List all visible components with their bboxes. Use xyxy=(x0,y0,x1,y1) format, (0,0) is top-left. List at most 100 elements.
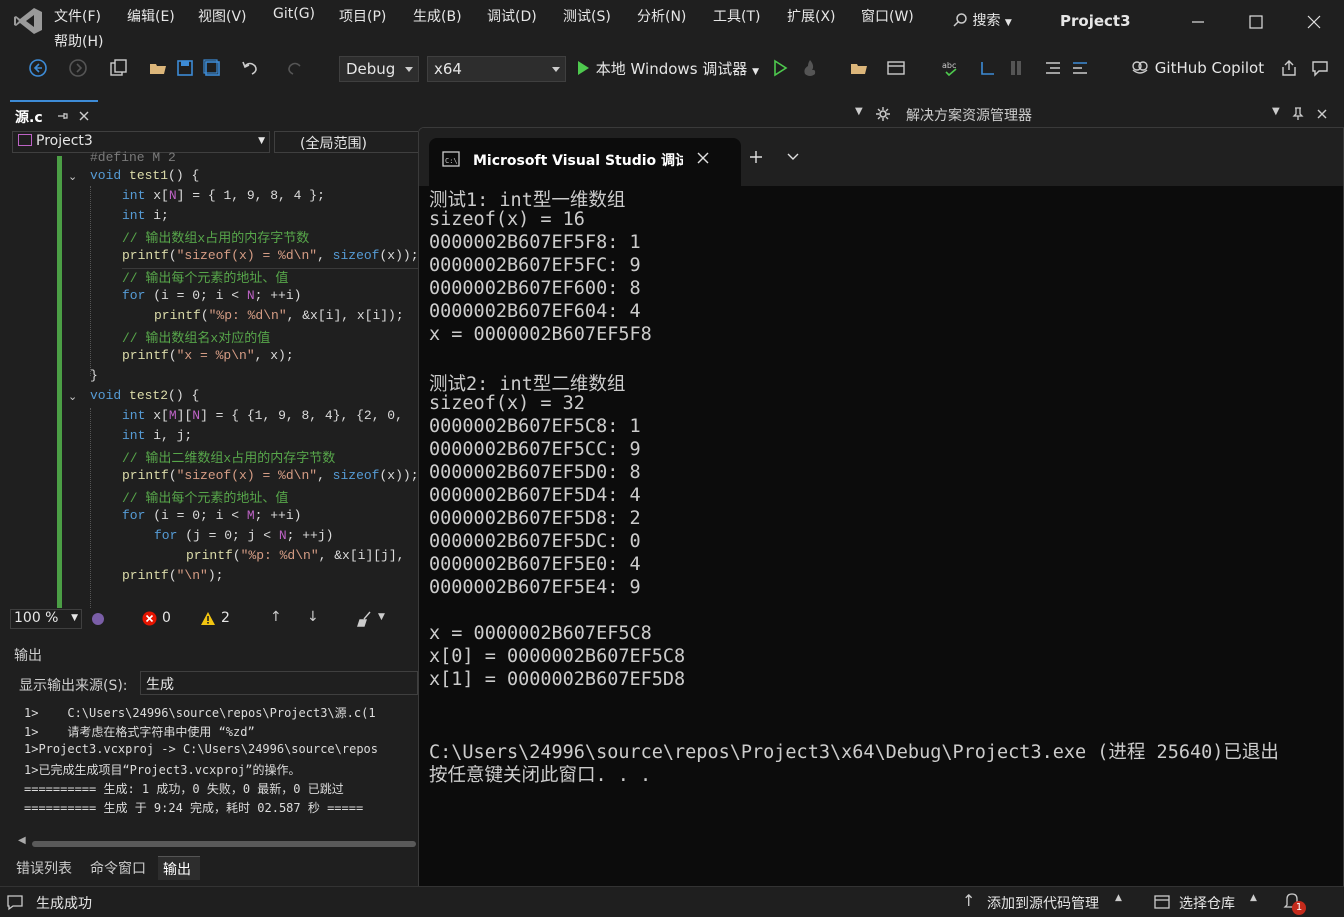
output-title: 输出 xyxy=(14,648,42,664)
console-tab[interactable]: C:\ Microsoft Visual Studio 调试控 xyxy=(429,138,741,186)
output-source-value: 生成 xyxy=(146,677,174,693)
close-icon[interactable] xyxy=(1299,10,1329,34)
output-source-dropdown[interactable]: 生成 xyxy=(140,671,418,695)
gear-icon[interactable] xyxy=(876,107,890,121)
menu-edit[interactable]: 编辑(E) xyxy=(127,6,175,26)
pin-icon[interactable] xyxy=(1292,107,1304,121)
copilot-icon[interactable] xyxy=(90,611,106,627)
console-line: 0000002B607EF5D0: 8 xyxy=(429,462,641,483)
spell-check-icon[interactable]: abc xyxy=(941,58,961,78)
outdent-icon[interactable] xyxy=(1043,58,1063,78)
select-repository[interactable]: 选择仓库 xyxy=(1179,893,1235,913)
bookmark-icon[interactable] xyxy=(1007,58,1027,78)
maximize-icon[interactable] xyxy=(1241,10,1271,34)
chevron-up-icon[interactable]: ▲ xyxy=(1115,893,1122,903)
menu-analyze[interactable]: 分析(N) xyxy=(637,6,686,26)
tab-output-label: 输出 xyxy=(163,862,191,878)
chevron-down-icon[interactable] xyxy=(787,152,799,162)
chevron-down-icon[interactable]: ▼ xyxy=(855,106,863,117)
start-without-debugging-icon[interactable] xyxy=(770,58,790,78)
menu-git[interactable]: Git(G) xyxy=(273,6,315,22)
feedback-icon[interactable] xyxy=(1310,58,1330,78)
undo-icon[interactable] xyxy=(240,58,260,78)
status-bar: 生成成功 ↑ 添加到源代码管理 ▲ 选择仓库 ▲ 1 xyxy=(0,886,1344,917)
forward-icon[interactable] xyxy=(68,58,88,78)
error-icon[interactable] xyxy=(142,611,157,626)
editor-status-bar: 100 % ▼ 0 2 ↑ ↓ ▼ xyxy=(10,608,418,630)
config-dropdown[interactable]: Debug xyxy=(339,56,419,82)
menu-debug[interactable]: 调试(D) xyxy=(487,6,537,26)
console-line: x[1] = 0000002B607EF5D8 xyxy=(429,669,686,690)
message-icon[interactable] xyxy=(6,893,24,911)
save-all-icon[interactable] xyxy=(202,58,222,78)
project-combo-value: Project3 xyxy=(36,133,93,149)
tab-output[interactable]: 输出 xyxy=(158,856,200,880)
menu-window[interactable]: 窗口(W) xyxy=(861,6,914,26)
menu-build[interactable]: 生成(B) xyxy=(413,6,462,26)
chevron-down-icon[interactable]: ▼ xyxy=(1272,106,1280,117)
browser-icon[interactable] xyxy=(886,58,906,78)
console-line: 0000002B607EF5C8: 1 xyxy=(429,416,641,437)
chevron-down-icon[interactable]: ▼ xyxy=(378,612,385,622)
menu-file[interactable]: 文件(F) xyxy=(54,6,101,26)
menu-help[interactable]: 帮助(H) xyxy=(54,31,103,51)
github-copilot-button[interactable]: GitHub Copilot xyxy=(1130,58,1264,77)
arrow-up-icon[interactable]: ↑ xyxy=(270,609,282,625)
menu-project[interactable]: 项目(P) xyxy=(339,6,386,26)
new-tab-icon[interactable] xyxy=(749,150,763,164)
arrow-left-icon[interactable]: ◀ xyxy=(18,835,26,846)
output-source-label: 显示输出来源(S): xyxy=(19,678,128,694)
folder-view-icon[interactable] xyxy=(849,58,869,78)
collapse-icon[interactable]: ⌄ xyxy=(68,170,77,183)
menu-tools[interactable]: 工具(T) xyxy=(713,6,760,26)
search-box[interactable]: 搜索 ▼ xyxy=(952,10,1012,30)
arrow-down-icon[interactable]: ↓ xyxy=(307,609,319,625)
scope-combo[interactable]: (全局范围) xyxy=(274,131,418,153)
tab-error-list[interactable]: 错误列表 xyxy=(16,858,72,878)
tab-source-c[interactable]: 源.c xyxy=(10,100,98,128)
broom-icon[interactable] xyxy=(356,611,374,627)
back-icon[interactable] xyxy=(28,58,48,78)
step-icon[interactable] xyxy=(978,58,998,78)
code-line: // 输出每个元素的地址、值 xyxy=(122,491,289,506)
indent-icon[interactable] xyxy=(1070,58,1090,78)
console-line: x = 0000002B607EF5F8 xyxy=(429,324,652,345)
add-source-control[interactable]: 添加到源代码管理 xyxy=(987,893,1099,913)
code-line: int i, j; xyxy=(122,428,193,443)
output-line: 1>Project3.vcxproj -> C:\Users\24996\sou… xyxy=(24,742,379,756)
new-item-icon[interactable] xyxy=(108,58,128,78)
repository-icon[interactable] xyxy=(1153,893,1171,911)
collapse-icon[interactable]: ⌄ xyxy=(68,390,77,403)
pin-icon[interactable] xyxy=(56,110,68,122)
minimize-icon[interactable] xyxy=(1183,10,1213,34)
close-icon[interactable] xyxy=(697,152,709,164)
console-line: 0000002B607EF604: 4 xyxy=(429,301,641,322)
save-icon[interactable] xyxy=(175,58,195,78)
debug-console-window[interactable]: C:\ Microsoft Visual Studio 调试控 测试1: int… xyxy=(418,127,1344,887)
menu-extensions[interactable]: 扩展(X) xyxy=(787,6,836,26)
scrollbar-thumb[interactable] xyxy=(32,841,416,847)
redo-icon[interactable] xyxy=(285,58,305,78)
horizontal-scrollbar[interactable]: ◀ xyxy=(16,835,416,850)
console-line: 0000002B607EF5FC: 9 xyxy=(429,255,641,276)
chevron-down-icon: ▼ xyxy=(1004,18,1012,28)
warning-icon[interactable] xyxy=(200,611,216,626)
code-line: void test1() { xyxy=(90,168,200,183)
close-icon[interactable] xyxy=(1316,108,1328,120)
output-line: 1>已完成生成项目“Project3.vcxproj”的操作。 xyxy=(24,763,301,777)
share-icon[interactable] xyxy=(1279,58,1299,78)
platform-dropdown[interactable]: x64 xyxy=(427,56,566,82)
code-line: for (j = 0; j < N; ++j) xyxy=(154,528,334,543)
code-line: printf("x = %p\n", x); xyxy=(122,348,294,363)
menu-test[interactable]: 测试(S) xyxy=(563,6,611,26)
code-editor[interactable]: Project3 ▼ (全局范围) #define M 2 ⌄ void tes… xyxy=(10,128,418,608)
output-line: ========== 生成 于 9:24 完成，耗时 02.587 秒 ====… xyxy=(24,801,364,815)
zoom-dropdown[interactable]: 100 % ▼ xyxy=(10,609,82,629)
close-icon[interactable] xyxy=(78,110,90,122)
chevron-up-icon[interactable]: ▲ xyxy=(1250,893,1257,903)
tab-command-window[interactable]: 命令窗口 xyxy=(90,858,146,878)
open-folder-icon[interactable] xyxy=(148,58,168,78)
menu-view[interactable]: 视图(V) xyxy=(198,6,247,26)
start-debugging-button[interactable]: 本地 Windows 调试器 ▼ xyxy=(575,58,759,79)
hot-reload-icon[interactable] xyxy=(800,58,820,78)
